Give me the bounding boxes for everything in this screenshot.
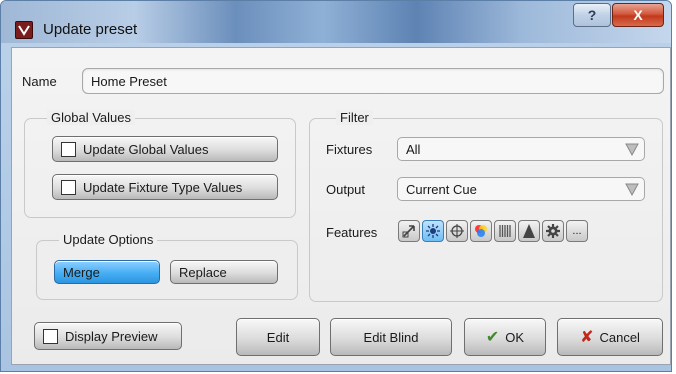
global-values-group: Global Values	[24, 110, 296, 218]
close-button[interactable]: X	[612, 3, 664, 27]
update-global-values-checkbox[interactable]: Update Global Values	[52, 136, 278, 162]
cancel-label: Cancel	[599, 329, 640, 345]
fixtures-select-value: All	[406, 142, 421, 157]
update-preset-dialog: Update preset ? X Name Home Preset Globa…	[0, 0, 672, 372]
name-input[interactable]: Home Preset	[82, 68, 664, 94]
checkbox-box	[43, 328, 58, 344]
update-options-legend: Update Options	[59, 232, 158, 247]
checkbox-box	[61, 179, 76, 195]
chevron-down-icon	[625, 183, 639, 197]
checkmark-icon: ✔	[485, 329, 500, 346]
checkbox-box	[61, 141, 76, 157]
replace-button[interactable]: Replace	[170, 260, 278, 284]
output-label: Output	[326, 182, 366, 197]
fixtures-select[interactable]: All	[397, 137, 645, 161]
intensity-icon[interactable]	[422, 220, 444, 242]
gear-icon[interactable]	[542, 220, 564, 242]
app-icon	[15, 21, 33, 39]
output-select[interactable]: Current Cue	[397, 177, 645, 201]
fixtures-label: Fixtures	[326, 142, 373, 157]
output-select-value: Current Cue	[406, 182, 477, 197]
ok-label: OK	[505, 329, 525, 345]
help-button[interactable]: ?	[573, 3, 611, 27]
color-wheel-icon[interactable]	[470, 220, 492, 242]
ok-button[interactable]: ✔ OK	[464, 318, 546, 356]
gobo-beam-icon[interactable]	[494, 220, 516, 242]
edit-blind-button[interactable]: Edit Blind	[330, 318, 452, 356]
update-fixture-type-values-checkbox[interactable]: Update Fixture Type Values	[52, 174, 278, 200]
merge-button[interactable]: Merge	[54, 260, 160, 284]
cancel-x-icon: ✘	[580, 329, 594, 346]
display-preview-label: Display Preview	[65, 328, 158, 344]
more-icon[interactable]: ...	[566, 220, 588, 242]
position-icon[interactable]	[398, 220, 420, 242]
dialog-body: Name Home Preset Global Values Update Gl…	[11, 47, 671, 365]
title-bar[interactable]: Update preset ? X	[1, 1, 671, 43]
window-title: Update preset	[43, 21, 138, 38]
edit-button[interactable]: Edit	[236, 318, 320, 356]
focus-crosshair-icon[interactable]	[446, 220, 468, 242]
name-label: Name	[22, 74, 57, 89]
features-label: Features	[326, 225, 378, 240]
update-global-values-label: Update Global Values	[83, 141, 209, 157]
filter-legend: Filter	[336, 110, 373, 125]
cancel-button[interactable]: ✘ Cancel	[557, 318, 663, 356]
chevron-down-icon	[625, 143, 639, 157]
global-values-legend: Global Values	[47, 110, 135, 125]
update-fixture-type-values-label: Update Fixture Type Values	[83, 179, 243, 195]
display-preview-checkbox[interactable]: Display Preview	[34, 322, 182, 350]
beam-shape-icon[interactable]	[518, 220, 540, 242]
